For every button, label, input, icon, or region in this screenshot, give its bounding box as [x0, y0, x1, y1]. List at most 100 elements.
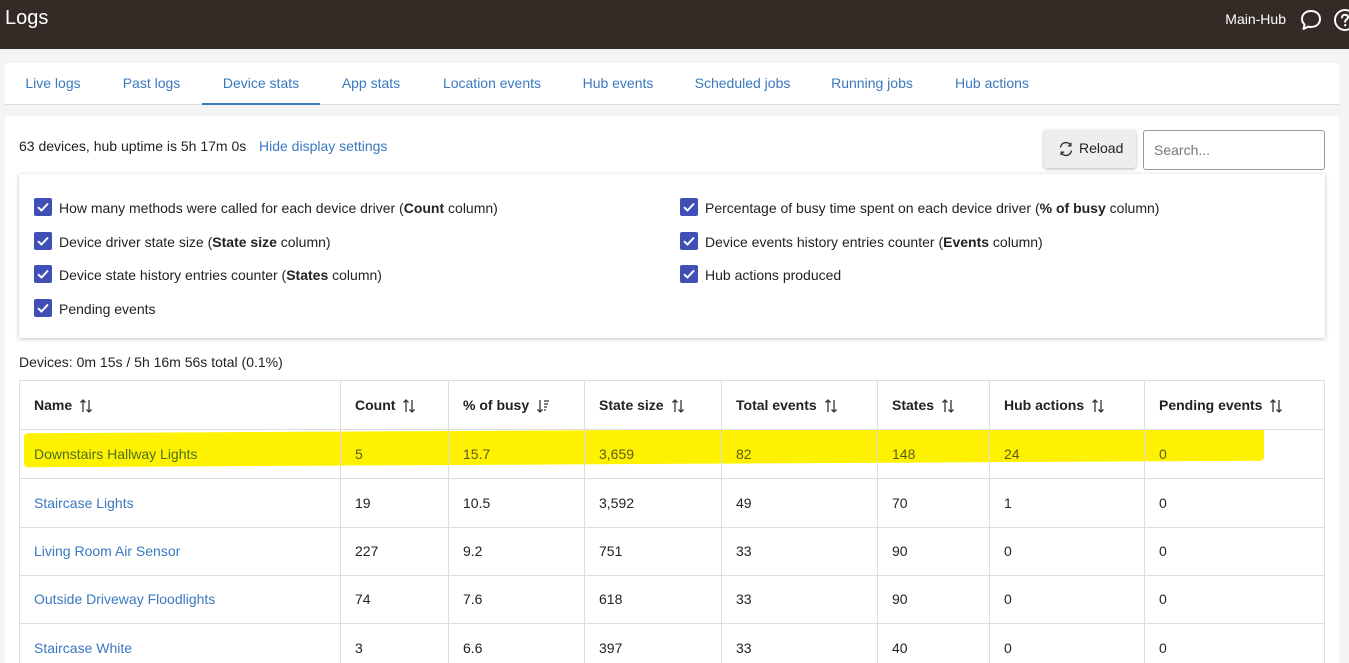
- tab-past-logs[interactable]: Past logs: [101, 63, 202, 105]
- tab-app-stats[interactable]: App stats: [320, 63, 422, 105]
- cell-percent-busy: 9.2: [463, 543, 483, 559]
- check-icon: [37, 303, 49, 313]
- setting-states-post: column): [328, 267, 382, 283]
- sort-descending-icon: [537, 400, 550, 414]
- check-icon: [683, 236, 695, 246]
- setting-percent-busy-text: Percentage of busy time spent on each de…: [705, 200, 1040, 216]
- cell-hub-actions: 24: [1004, 446, 1020, 462]
- sort-icon: [1270, 399, 1283, 414]
- column-header-name[interactable]: Name: [20, 381, 94, 430]
- cell-pending-events: 0: [1159, 591, 1167, 607]
- setting-states-text: Device state history entries counter (: [59, 267, 287, 283]
- cell-state-size: 3,659: [599, 446, 635, 462]
- sort-icon: [824, 399, 837, 414]
- cell-hub-actions: 0: [1004, 543, 1012, 559]
- cell-total-events: 49: [736, 495, 752, 511]
- table-row: Staircase Lights 19 10.5 3,592 49 70 1 0: [20, 479, 1324, 528]
- cell-count: 19: [355, 495, 371, 511]
- hide-display-settings-link[interactable]: Hide display settings: [259, 138, 387, 154]
- display-settings-card: How many methods were called for each de…: [19, 174, 1325, 338]
- column-header-states[interactable]: States: [878, 381, 956, 430]
- checkbox-state-size[interactable]: [34, 232, 52, 250]
- cell-state-size: 751: [599, 543, 623, 559]
- tab-device-stats[interactable]: Device stats: [202, 63, 320, 105]
- checkbox-count[interactable]: [34, 198, 52, 216]
- table-row: Outside Driveway Floodlights 74 7.6 618 …: [20, 575, 1324, 624]
- reload-button[interactable]: Reload: [1044, 130, 1136, 168]
- sort-icon: [942, 399, 954, 414]
- cell-count: 74: [355, 591, 371, 607]
- check-icon: [37, 202, 49, 212]
- setting-state-size-text: Device driver state size (: [59, 234, 213, 250]
- device-name-link[interactable]: Staircase Lights: [20, 479, 134, 527]
- setting-percent-busy-bold: % of busy: [1039, 200, 1106, 216]
- cell-total-events: 33: [736, 591, 752, 607]
- checkbox-events[interactable]: [680, 232, 698, 250]
- setting-events-post: column): [989, 234, 1043, 250]
- cell-total-events: 33: [736, 543, 752, 559]
- setting-hub-actions-text: Hub actions produced: [705, 267, 842, 283]
- setting-count-text: How many methods were called for each de…: [59, 200, 404, 216]
- sort-icon: [1092, 399, 1105, 414]
- cell-hub-actions: 0: [1004, 591, 1012, 607]
- sort-icon: [671, 399, 684, 414]
- checkbox-percent-busy[interactable]: [680, 198, 698, 216]
- tab-scheduled-jobs[interactable]: Scheduled jobs: [674, 63, 811, 105]
- cell-state-size: 618: [599, 591, 623, 607]
- device-name-link[interactable]: Living Room Air Sensor: [20, 527, 180, 575]
- tab-hub-actions[interactable]: Hub actions: [933, 63, 1051, 105]
- cell-count: 3: [355, 640, 363, 656]
- table-row: Living Room Air Sensor 227 9.2 751 33 90…: [20, 527, 1324, 576]
- cell-states: 40: [892, 640, 908, 656]
- tab-bar: Live logs Past logs Device stats App sta…: [5, 63, 1339, 105]
- devices-time-summary: Devices: 0m 15s / 5h 16m 56s total (0.1%…: [19, 354, 283, 370]
- cell-percent-busy: 7.6: [463, 591, 483, 607]
- column-header-hub-actions[interactable]: Hub actions: [990, 381, 1106, 430]
- device-name-link[interactable]: Staircase White: [20, 624, 132, 663]
- cell-percent-busy: 6.6: [463, 640, 483, 656]
- setting-events-bold: Events: [943, 234, 990, 250]
- setting-state-size-post: column): [276, 234, 331, 250]
- hub-name[interactable]: Main-Hub: [1225, 11, 1286, 27]
- app-header: Logs Main-Hub: [0, 0, 1349, 49]
- check-icon: [37, 269, 49, 279]
- column-header-count[interactable]: Count: [341, 381, 417, 430]
- setting-count-post: column): [444, 200, 498, 216]
- checkbox-states[interactable]: [34, 265, 52, 283]
- chat-icon[interactable]: [1299, 8, 1323, 32]
- tab-live-logs[interactable]: Live logs: [5, 63, 101, 105]
- cell-states: 90: [892, 543, 908, 559]
- refresh-icon: [1059, 141, 1073, 157]
- column-header-state-size[interactable]: State size: [585, 381, 686, 430]
- setting-count-bold: Count: [403, 200, 445, 216]
- setting-pending-events-text: Pending events: [59, 301, 156, 317]
- cell-hub-actions: 1: [1004, 495, 1012, 511]
- reload-label: Reload: [1079, 140, 1124, 156]
- cell-pending-events: 0: [1159, 543, 1167, 559]
- checkbox-hub-actions[interactable]: [680, 265, 698, 283]
- setting-state-size-bold: State size: [212, 234, 277, 250]
- column-header-pending-events[interactable]: Pending events: [1145, 381, 1284, 430]
- cell-percent-busy: 10.5: [463, 495, 491, 511]
- cell-state-size: 397: [599, 640, 623, 656]
- tab-running-jobs[interactable]: Running jobs: [811, 63, 933, 105]
- setting-events-text: Device events history entries counter (: [705, 234, 944, 250]
- tab-location-events[interactable]: Location events: [422, 63, 562, 105]
- cell-count: 227: [355, 543, 379, 559]
- cell-hub-actions: 0: [1004, 640, 1012, 656]
- device-name-link[interactable]: Downstairs Hallway Lights: [20, 430, 197, 478]
- checkbox-pending-events[interactable]: [34, 299, 52, 317]
- column-header-total-events[interactable]: Total events: [722, 381, 839, 430]
- device-name-link[interactable]: Outside Driveway Floodlights: [20, 575, 215, 623]
- cell-state-size: 3,592: [599, 495, 635, 511]
- tab-hub-events[interactable]: Hub events: [562, 63, 674, 105]
- search-input[interactable]: [1143, 130, 1325, 170]
- cell-states: 148: [892, 446, 916, 462]
- column-header-percent-busy[interactable]: % of busy: [449, 381, 551, 430]
- cell-count: 5: [355, 446, 363, 462]
- check-icon: [37, 236, 49, 246]
- help-icon[interactable]: [1333, 8, 1349, 32]
- device-stats-table: Name Count % of busy State size Total ev…: [19, 380, 1325, 663]
- cell-pending-events: 0: [1159, 640, 1167, 656]
- cell-states: 70: [892, 495, 908, 511]
